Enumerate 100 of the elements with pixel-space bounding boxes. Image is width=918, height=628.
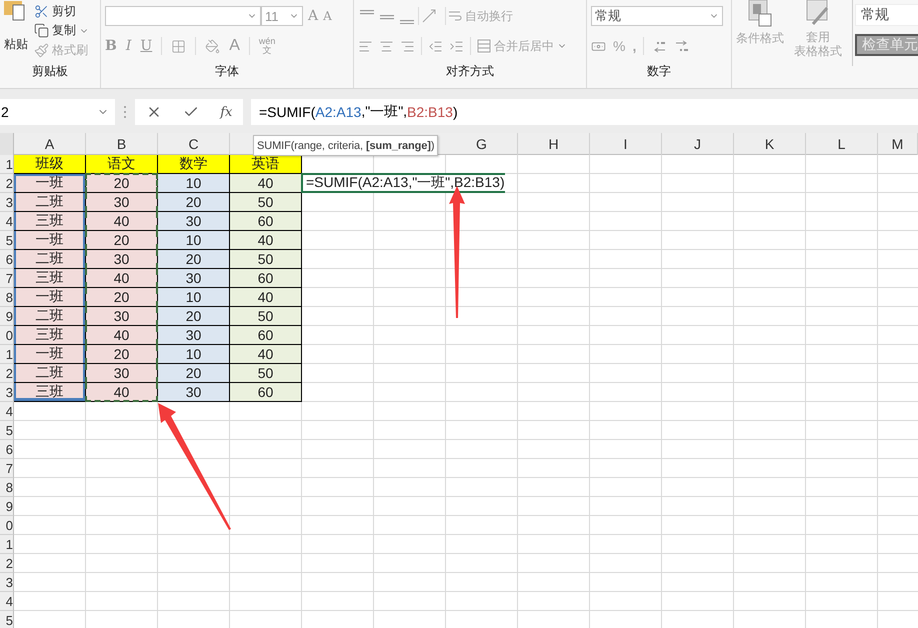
align-right-icon[interactable] bbox=[400, 38, 415, 54]
table-cell: 10 bbox=[158, 288, 230, 307]
cut-button[interactable]: 剪切 bbox=[34, 3, 89, 20]
table-cell: 40 bbox=[230, 288, 302, 307]
decrease-decimal-icon[interactable] bbox=[674, 38, 690, 54]
column-header[interactable]: K bbox=[734, 133, 806, 155]
row-header[interactable]: 5 bbox=[0, 421, 14, 440]
table-cell: 20 bbox=[86, 174, 158, 193]
table-cell: 二班 bbox=[14, 307, 86, 326]
row-header[interactable]: 8 bbox=[0, 478, 14, 497]
table-format-icon[interactable] bbox=[805, 0, 831, 28]
decrease-indent-icon[interactable] bbox=[428, 38, 443, 54]
table-cell: 30 bbox=[158, 269, 230, 288]
number-format-field[interactable]: 常规 bbox=[591, 6, 723, 26]
column-header[interactable]: L bbox=[806, 133, 878, 155]
table-cell: 40 bbox=[230, 231, 302, 250]
row-header[interactable]: 7 bbox=[0, 269, 14, 288]
copy-icon bbox=[34, 23, 49, 38]
row-header[interactable]: 4 bbox=[0, 212, 14, 231]
table-cell: 40 bbox=[230, 345, 302, 364]
paste-button[interactable]: 粘贴 bbox=[4, 36, 28, 53]
group-label: 对齐方式 bbox=[445, 62, 495, 80]
header-cell: 英语 bbox=[230, 155, 302, 174]
row-header[interactable]: 5 bbox=[0, 231, 14, 250]
table-cell: 60 bbox=[230, 212, 302, 231]
table-cell: 60 bbox=[230, 269, 302, 288]
row-header[interactable]: 2 bbox=[0, 174, 14, 193]
row-header[interactable]: 8 bbox=[0, 288, 14, 307]
table-cell: 60 bbox=[230, 326, 302, 345]
table-cell: 20 bbox=[158, 193, 230, 212]
copy-button[interactable]: 复制 bbox=[34, 22, 89, 40]
row-header[interactable]: 1 bbox=[0, 535, 14, 554]
row-header[interactable]: 2 bbox=[0, 364, 14, 383]
fill-color-icon[interactable] bbox=[205, 38, 220, 54]
header-cell: 数学 bbox=[158, 155, 230, 174]
column-header[interactable]: J bbox=[662, 133, 734, 155]
table-cell: 50 bbox=[230, 364, 302, 383]
drag-handle-icon[interactable] bbox=[123, 105, 127, 119]
group-label: 字体 bbox=[214, 62, 240, 80]
table-cell: 10 bbox=[158, 231, 230, 250]
header-cell: 班级 bbox=[14, 155, 86, 174]
cell-editor[interactable]: =SUMIF(A2:A13,"一班",B2:B13) bbox=[301, 173, 505, 193]
table-cell: 30 bbox=[86, 250, 158, 269]
table-cell: 三班 bbox=[14, 383, 86, 402]
row-header[interactable]: 3 bbox=[0, 383, 14, 402]
row-header[interactable]: 9 bbox=[0, 497, 14, 516]
table-cell: 50 bbox=[230, 307, 302, 326]
paintbrush-icon bbox=[34, 42, 49, 58]
row-header[interactable]: 1 bbox=[0, 155, 14, 174]
table-cell: 40 bbox=[86, 269, 158, 288]
table-cell: 10 bbox=[158, 345, 230, 364]
table-cell: 30 bbox=[158, 326, 230, 345]
row-header[interactable]: 6 bbox=[0, 250, 14, 269]
row-header[interactable]: 1 bbox=[0, 345, 14, 364]
select-all-button[interactable] bbox=[0, 133, 14, 155]
insert-function-button[interactable]: fx bbox=[220, 104, 232, 120]
table-cell: 三班 bbox=[14, 326, 86, 345]
table-cell: 50 bbox=[230, 250, 302, 269]
column-header[interactable]: H bbox=[518, 133, 590, 155]
scissors-icon bbox=[34, 4, 49, 20]
table-cell: 30 bbox=[86, 307, 158, 326]
table-cell: 20 bbox=[86, 345, 158, 364]
row-header[interactable]: 5 bbox=[0, 611, 14, 628]
table-cell: 20 bbox=[86, 288, 158, 307]
normal-style-option[interactable]: 常规 bbox=[855, 4, 918, 26]
row-header[interactable]: 3 bbox=[0, 193, 14, 212]
align-left-icon[interactable] bbox=[358, 38, 373, 54]
table-cell: 30 bbox=[158, 212, 230, 231]
row-header[interactable]: 2 bbox=[0, 554, 14, 573]
borders-icon[interactable] bbox=[171, 38, 186, 54]
row-header[interactable]: 3 bbox=[0, 573, 14, 592]
font-name-field[interactable] bbox=[105, 6, 261, 26]
table-cell: 一班 bbox=[14, 345, 86, 364]
row-header[interactable]: 0 bbox=[0, 326, 14, 345]
align-center-icon[interactable] bbox=[379, 38, 394, 54]
table-cell: 30 bbox=[86, 193, 158, 212]
name-box[interactable]: 2 bbox=[0, 99, 115, 125]
table-cell: 二班 bbox=[14, 250, 86, 269]
table-cell: 40 bbox=[230, 174, 302, 193]
table-cell: 一班 bbox=[14, 174, 86, 193]
table-cell: 20 bbox=[158, 307, 230, 326]
formula-field[interactable]: =SUMIF(A2:A13,"一班",B2:B13) bbox=[251, 99, 918, 125]
column-header[interactable]: M bbox=[878, 133, 918, 155]
row-header[interactable]: 6 bbox=[0, 440, 14, 459]
column-header[interactable]: I bbox=[590, 133, 662, 155]
function-tooltip: SUMIF(range, criteria, [sum_range]) bbox=[253, 135, 438, 156]
row-header[interactable]: 4 bbox=[0, 402, 14, 421]
table-cell: 一班 bbox=[14, 231, 86, 250]
row-header[interactable]: 4 bbox=[0, 592, 14, 611]
row-header[interactable]: 7 bbox=[0, 459, 14, 478]
column-header[interactable]: G bbox=[446, 133, 518, 155]
row-header[interactable]: 0 bbox=[0, 516, 14, 535]
conditional-format-icon[interactable] bbox=[747, 0, 773, 28]
row-header[interactable]: 9 bbox=[0, 307, 14, 326]
merge-icon bbox=[477, 39, 491, 53]
wrap-icon bbox=[448, 9, 462, 23]
paste-icon[interactable] bbox=[4, 1, 26, 22]
header-cell: 语文 bbox=[86, 155, 158, 174]
increase-indent-icon[interactable] bbox=[449, 38, 464, 54]
table-cell: 60 bbox=[230, 383, 302, 402]
